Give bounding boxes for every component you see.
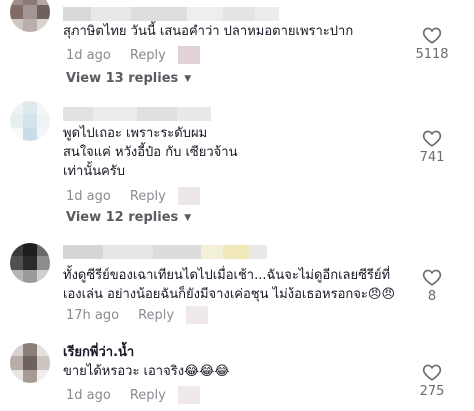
- attachment-thumbnail[interactable]: [177, 46, 200, 64]
- username[interactable]: [63, 7, 279, 21]
- avatar[interactable]: [10, 243, 50, 283]
- reply-button[interactable]: Reply: [130, 388, 166, 403]
- comment-text: ขายได้หรอวะ เอาจริง😂😂😂: [63, 364, 230, 379]
- view-replies-button[interactable]: View 13 replies ▼: [66, 71, 191, 86]
- like-button[interactable]: 5118: [412, 26, 452, 62]
- username[interactable]: [63, 245, 267, 259]
- chevron-down-icon: ▼: [184, 212, 192, 223]
- heart-outline-icon: [422, 130, 442, 147]
- like-count: 5118: [415, 47, 449, 62]
- like-count: 8: [427, 289, 437, 304]
- avatar[interactable]: [10, 101, 50, 141]
- heart-outline-icon: [422, 269, 442, 286]
- username[interactable]: [63, 107, 211, 121]
- like-button[interactable]: 275: [412, 363, 452, 399]
- comment-meta: 17h ago Reply: [66, 306, 209, 324]
- comment-meta: 1d ago Reply: [66, 187, 200, 205]
- timestamp: 1d ago: [66, 47, 111, 63]
- timestamp: 17h ago: [66, 307, 120, 323]
- comment-meta: 1d ago Reply: [66, 46, 200, 64]
- avatar[interactable]: [10, 0, 50, 32]
- timestamp: 1d ago: [66, 188, 111, 204]
- avatar[interactable]: [10, 343, 50, 383]
- attachment-thumbnail[interactable]: [177, 386, 200, 404]
- heart-outline-icon: [422, 27, 442, 44]
- attachment-thumbnail[interactable]: [177, 187, 200, 205]
- chevron-down-icon: ▼: [184, 73, 192, 84]
- reply-button[interactable]: Reply: [138, 308, 174, 323]
- view-replies-label: View 13 replies: [66, 71, 179, 86]
- comment-text: พูดไปเถอะ เพราะระดับผม สนใจแค่ หวังอี้ป๋…: [63, 126, 238, 179]
- like-button[interactable]: 741: [412, 129, 452, 165]
- comment-meta: 1d ago Reply: [66, 386, 200, 404]
- like-count: 741: [419, 150, 445, 165]
- view-replies-label: View 12 replies: [66, 210, 179, 225]
- reply-button[interactable]: Reply: [130, 48, 166, 63]
- comment-text: ทั้งดูซีรีย์ของเฉาเทียนไดไปเมื่อเช้า...ฉ…: [63, 268, 395, 302]
- like-count: 275: [419, 384, 445, 399]
- view-replies-button[interactable]: View 12 replies ▼: [66, 210, 191, 225]
- heart-outline-icon: [422, 364, 442, 381]
- comment-text: สุภาษิตไทย วันนี้ เสนอคำว่า ปลาหมอตายเพร…: [63, 24, 354, 39]
- username[interactable]: เรียกพี่ว่า.น้ำ: [63, 343, 134, 362]
- timestamp: 1d ago: [66, 387, 111, 403]
- attachment-thumbnail[interactable]: [186, 306, 209, 324]
- like-button[interactable]: 8: [412, 268, 452, 304]
- reply-button[interactable]: Reply: [130, 189, 166, 204]
